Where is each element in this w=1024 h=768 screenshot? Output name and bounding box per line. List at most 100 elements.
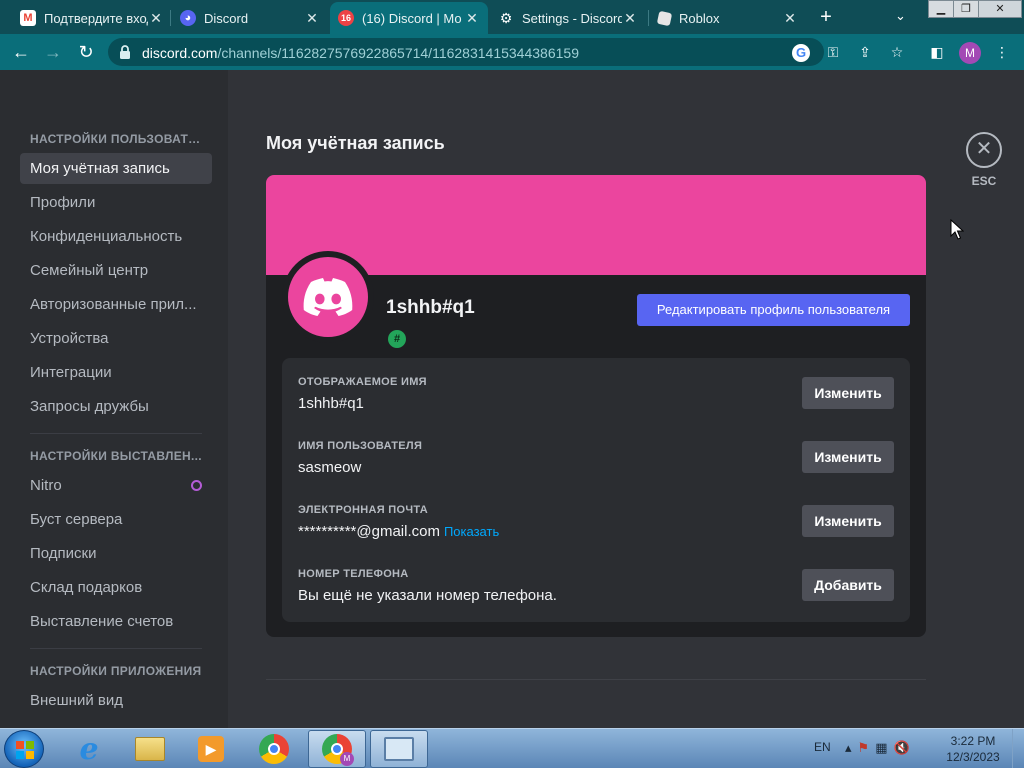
show-desktop-button[interactable] [1012, 729, 1024, 768]
sidebar-item-privacy[interactable]: Конфиденциальность [20, 221, 212, 252]
edit-display-name-button[interactable]: Изменить [802, 377, 894, 409]
email-label: ЭЛЕКТРОННАЯ ПОЧТА [298, 504, 428, 516]
remote-desktop-taskbar-button[interactable] [370, 730, 428, 768]
section-heading-app-settings: НАСТРОЙКИ ПРИЛОЖЕНИЯ [30, 664, 202, 678]
email-value: **********@gmail.com [298, 523, 440, 540]
internet-explorer-taskbar-button[interactable]: e [60, 730, 118, 768]
edit-email-button[interactable]: Изменить [802, 505, 894, 537]
sidebar-item-nitro[interactable]: Nitro [20, 470, 212, 501]
tab-title: Discord [204, 10, 249, 26]
profile-avatar[interactable]: M [959, 42, 981, 64]
address-bar[interactable]: discord.com/channels/1162827576922865714… [108, 38, 824, 66]
section-heading-user-settings: НАСТРОЙКИ ПОЛЬЗОВАТЕ... [30, 132, 202, 146]
phone-label: НОМЕР ТЕЛЕФОНА [298, 568, 409, 580]
show-hidden-icons-chevron-icon[interactable]: ▴ [845, 740, 858, 755]
clock-date: 12/3/2023 [946, 750, 1000, 764]
more-menu-icon[interactable]: ⋮ [993, 43, 1011, 61]
sidebar-item-billing[interactable]: Выставление счетов [20, 606, 212, 637]
back-arrow-icon[interactable]: ← [9, 41, 33, 63]
tab-search-chevron-icon[interactable]: ⌄ [895, 8, 906, 24]
share-icon[interactable]: ⇪ [856, 43, 874, 61]
folder-icon [135, 737, 165, 761]
nitro-icon [191, 480, 202, 491]
profile-banner [266, 175, 926, 275]
chrome-profile-taskbar-button[interactable]: M [308, 730, 366, 768]
system-clock[interactable]: 3:22 PM 12/3/2023 [944, 733, 1002, 765]
key-icon[interactable]: ⚿ [824, 43, 842, 61]
close-tab-icon[interactable]: ✕ [464, 10, 480, 27]
phone-value: Вы ещё не указали номер телефона. [298, 587, 557, 604]
bookmark-star-icon[interactable]: ☆ [888, 43, 906, 61]
tab-title: Roblox [679, 10, 720, 26]
edit-profile-button[interactable]: Редактировать профиль пользователя [637, 294, 910, 326]
sidebar-item-profiles[interactable]: Профили [20, 187, 212, 218]
sidebar-item-gift-inventory[interactable]: Склад подарков [20, 572, 212, 603]
sidebar-divider [30, 433, 202, 434]
section-divider [266, 679, 926, 680]
close-tab-icon[interactable]: ✕ [304, 10, 320, 27]
avatar[interactable] [288, 257, 368, 337]
sidebar-item-subscriptions[interactable]: Подписки [20, 538, 212, 569]
sidebar-item-friend-requests[interactable]: Запросы дружбы [20, 391, 212, 422]
minimize-window-button[interactable]: ▁ [928, 0, 954, 18]
page-title: Моя учётная запись [266, 133, 445, 153]
section-heading-billing-settings: НАСТРОЙКИ ВЫСТАВЛЕН... [30, 449, 202, 463]
file-explorer-taskbar-button[interactable] [121, 730, 179, 768]
tab-roblox[interactable]: Roblox ✕ [650, 2, 806, 34]
display-name-label: ОТОБРАЖАЕМОЕ ИМЯ [298, 376, 427, 388]
sidebar-item-server-boost[interactable]: Буст сервера [20, 504, 212, 535]
tab-title: Подтвердите вход [44, 10, 148, 26]
username-label: ИМЯ ПОЛЬЗОВАТЕЛЯ [298, 440, 423, 452]
sidebar-item-appearance[interactable]: Внешний вид [20, 685, 212, 716]
tab-settings[interactable]: ⚙ Settings - Discord ✕ [490, 2, 646, 34]
browser-toolbar: ← → ↻ discord.com/channels/1162827576922… [0, 34, 1024, 70]
profile-username: 1shhb#q1 [386, 297, 475, 318]
chrome-icon [259, 734, 289, 764]
username-value: sasmeow [298, 459, 362, 476]
media-player-icon: ▶ [198, 736, 224, 762]
restore-window-button[interactable]: ❐ [953, 0, 979, 18]
remote-desktop-icon [384, 737, 414, 761]
lock-icon[interactable] [118, 44, 132, 60]
sidebar-item-devices[interactable]: Устройства [20, 323, 212, 354]
clock-time: 3:22 PM [950, 734, 996, 748]
sidebar-item-authorized-apps[interactable]: Авторизованные прил... [20, 289, 212, 320]
action-center-flag-icon[interactable]: ⚑ [858, 740, 876, 755]
close-window-button[interactable]: ✕ [978, 0, 1022, 18]
reveal-email-link[interactable]: Показать [444, 524, 499, 539]
start-button[interactable] [4, 730, 44, 768]
account-info-panel: ОТОБРАЖАЕМОЕ ИМЯ 1shhb#q1 Изменить ИМЯ П… [282, 358, 910, 622]
side-panel-icon[interactable]: ◧ [928, 43, 946, 61]
settings-sidebar: НАСТРОЙКИ ПОЛЬЗОВАТЕ... Моя учётная запи… [0, 70, 228, 728]
chrome-taskbar-button[interactable] [245, 730, 303, 768]
discord-logo-icon [303, 278, 353, 316]
sidebar-item-integrations[interactable]: Интеграции [20, 357, 212, 388]
windows-logo-icon [16, 741, 34, 759]
volume-muted-icon[interactable]: 🔇 [893, 740, 915, 755]
internet-explorer-icon: e [79, 731, 99, 767]
tab-discord[interactable]: ◕ Discord ✕ [172, 2, 328, 34]
tab-gmail[interactable]: M Подтвердите вход ✕ [12, 2, 172, 34]
language-indicator[interactable]: EN [814, 740, 831, 754]
edit-username-button[interactable]: Изменить [802, 441, 894, 473]
close-tab-icon[interactable]: ✕ [782, 10, 798, 27]
new-tab-button[interactable]: + [815, 6, 837, 28]
close-tab-icon[interactable]: ✕ [622, 10, 638, 27]
sidebar-item-my-account[interactable]: Моя учётная запись [20, 153, 212, 184]
roblox-icon [656, 10, 673, 26]
media-player-taskbar-button[interactable]: ▶ [182, 730, 240, 768]
close-icon[interactable]: ✕ [966, 132, 1002, 168]
forward-arrow-icon[interactable]: → [41, 41, 65, 63]
google-lens-icon[interactable]: G [792, 44, 810, 62]
tab-discord-active[interactable]: 16 (16) Discord | Мо ✕ [330, 2, 488, 34]
reload-icon[interactable]: ↻ [74, 41, 98, 63]
account-card: 1shhb#q1 # Редактировать профиль пользов… [266, 175, 926, 637]
close-settings-button[interactable]: ✕ ESC [966, 132, 1002, 188]
add-phone-button[interactable]: Добавить [802, 569, 894, 601]
url-text: discord.com/channels/1162827576922865714… [142, 45, 579, 61]
mouse-cursor-icon [950, 219, 964, 240]
network-icon[interactable]: ▦ [875, 740, 893, 755]
sidebar-item-family-center[interactable]: Семейный центр [20, 255, 212, 286]
close-tab-icon[interactable]: ✕ [148, 10, 164, 27]
system-tray[interactable]: ▴⚑▦🔇 [845, 740, 916, 756]
